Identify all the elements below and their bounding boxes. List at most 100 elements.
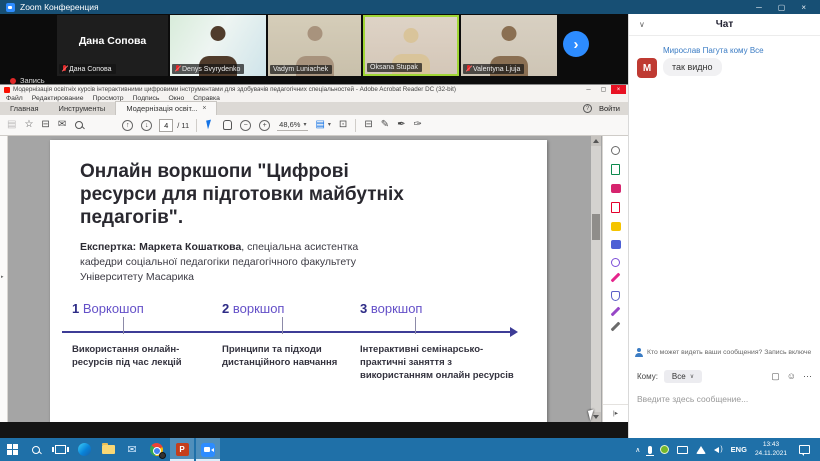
powerpoint-icon: P xyxy=(176,443,189,456)
search-icon[interactable] xyxy=(74,120,84,130)
antivirus-tray-icon[interactable] xyxy=(660,445,669,454)
zoom-level-select[interactable]: 48,6% ▾ xyxy=(277,119,308,131)
collapse-chat-icon[interactable]: ∨ xyxy=(639,20,645,29)
menu-item[interactable]: Редактирование xyxy=(32,95,84,102)
scrollbar-thumb[interactable] xyxy=(592,214,600,240)
zoom-in-icon[interactable]: + xyxy=(259,120,270,131)
tab-bar: Главная Инструменты Модернізація освіт..… xyxy=(0,102,628,115)
close-tab-icon[interactable]: × xyxy=(202,105,206,112)
hidden-icons-chevron[interactable]: ∧ xyxy=(635,446,640,454)
page-view-icon[interactable]: ▤ xyxy=(315,120,324,130)
participant-name-label: Valentyna Ljuja xyxy=(463,64,524,74)
combine-files-icon[interactable] xyxy=(611,184,621,193)
wifi-icon[interactable] xyxy=(696,446,706,454)
favorites-star-icon[interactable]: ☆ xyxy=(24,120,33,130)
tab-tools[interactable]: Инструменты xyxy=(49,102,116,115)
tab-document[interactable]: Модернізація освіт... × xyxy=(115,101,217,115)
sign-in-button[interactable]: Войти xyxy=(599,104,620,113)
hand-tool-icon[interactable] xyxy=(223,120,232,130)
scroll-up-icon[interactable] xyxy=(591,136,601,146)
action-center-icon[interactable] xyxy=(799,445,810,454)
meeting-background xyxy=(0,422,628,438)
timeline-label: воркшоп xyxy=(371,301,423,316)
page-view-dropdown-icon[interactable]: ▾ xyxy=(328,122,331,128)
mail-button[interactable]: ✉ xyxy=(120,438,144,461)
next-page-icon[interactable]: ↓ xyxy=(141,120,152,131)
close-button[interactable]: × xyxy=(611,85,626,94)
chat-message-input[interactable] xyxy=(637,394,813,404)
start-button[interactable] xyxy=(0,438,24,461)
vertical-scrollbar[interactable] xyxy=(591,136,601,422)
date-label: 24.11.2021 xyxy=(755,450,787,459)
slide-title: Онлайн воркшопи "Цифрові ресурси для під… xyxy=(80,161,410,229)
next-participants-button[interactable]: › xyxy=(563,31,589,57)
maximize-button[interactable]: ▢ xyxy=(596,85,611,94)
clock[interactable]: 13:43 24.11.2021 xyxy=(755,441,787,459)
stamp-icon[interactable]: ✑ xyxy=(413,120,421,130)
taskbar: ✉ P ∧ ENG 13:43 24.11.2021 xyxy=(0,438,820,461)
protect-icon[interactable] xyxy=(611,291,620,301)
search-button[interactable] xyxy=(24,438,48,461)
participant-tile[interactable]: Denys Svyrydenko xyxy=(170,15,266,76)
participant-name-label: Oksana Stupak xyxy=(367,63,422,72)
select-tool-icon[interactable] xyxy=(205,120,215,131)
task-view-button[interactable] xyxy=(48,438,72,461)
previous-page-icon[interactable]: ↑ xyxy=(122,120,133,131)
tab-home[interactable]: Главная xyxy=(0,102,49,115)
participant-tile[interactable]: Oksana Stupak xyxy=(363,15,459,76)
close-button[interactable]: × xyxy=(801,3,806,12)
chevron-down-icon: ▾ xyxy=(303,121,306,128)
zoom-taskbar-button[interactable] xyxy=(196,438,220,461)
export-pdf-icon[interactable] xyxy=(611,202,620,213)
zoom-out-icon[interactable]: − xyxy=(240,120,251,131)
sign-pen-icon[interactable]: ✒ xyxy=(397,120,405,130)
chrome-button[interactable] xyxy=(144,438,168,461)
expand-panel-icon[interactable]: ▸ xyxy=(1,274,4,280)
timeline-item: 3 воркшоп Інтерактивні семінарсько-практ… xyxy=(360,301,520,316)
chat-message-sender[interactable]: Мирослав Пагута кому Все xyxy=(663,46,764,55)
page-count-label: / 11 xyxy=(177,121,189,130)
participant-tile[interactable]: Дана Сопова Дана Сопова xyxy=(57,15,168,76)
file-explorer-button[interactable] xyxy=(96,438,120,461)
collapse-panel-icon[interactable]: |▸ xyxy=(603,404,628,417)
zoom-window-title: Zoom Конференция xyxy=(20,2,99,12)
window-controls: ─ ▢ × xyxy=(581,85,626,94)
request-signatures-icon[interactable] xyxy=(611,258,620,267)
powerpoint-button[interactable]: P xyxy=(170,438,194,461)
emoji-icon[interactable]: ☺ xyxy=(787,371,796,382)
maximize-button[interactable]: ▢ xyxy=(778,3,786,12)
menu-item[interactable]: Файл xyxy=(6,95,23,102)
participant-tile[interactable]: Vadym Luniachek xyxy=(268,15,361,76)
volume-icon[interactable] xyxy=(714,446,722,453)
participant-tile[interactable]: Valentyna Ljuja xyxy=(461,15,557,76)
participant-name-label: Denys Svyrydenko xyxy=(172,64,244,74)
more-options-icon[interactable]: ⋯ xyxy=(803,371,812,382)
email-icon[interactable]: ✉ xyxy=(58,120,66,130)
comment-icon[interactable]: ⊟ xyxy=(364,120,372,130)
microphone-tray-icon[interactable] xyxy=(648,446,652,454)
organize-pages-icon[interactable] xyxy=(611,240,621,249)
search-tools-icon[interactable] xyxy=(611,146,620,155)
left-panel-rail[interactable]: ▸ xyxy=(0,136,8,422)
language-indicator[interactable]: ENG xyxy=(731,445,747,454)
touch-keyboard-icon[interactable] xyxy=(677,446,688,454)
save-icon[interactable]: ▤ xyxy=(7,120,16,130)
minimize-button[interactable]: ─ xyxy=(581,85,596,94)
timeline-description: Використання онлайн-ресурсів під час лек… xyxy=(72,344,187,370)
recipient-select[interactable]: Все ∨ xyxy=(664,370,702,383)
system-tray: ∧ ENG 13:43 24.11.2021 xyxy=(635,441,820,459)
more-tools-icon[interactable] xyxy=(611,322,621,332)
attach-file-icon[interactable]: ▢ xyxy=(771,371,780,382)
fill-sign-icon[interactable] xyxy=(611,273,621,283)
page-number-input[interactable]: 4 xyxy=(159,119,173,132)
muted-mic-icon xyxy=(62,65,67,73)
pencil-icon[interactable]: ✎ xyxy=(381,120,389,130)
minimize-button[interactable]: ─ xyxy=(756,3,762,12)
comment-tool-icon[interactable] xyxy=(611,222,621,231)
presentation-icon[interactable]: ⊡ xyxy=(339,120,347,130)
create-pdf-icon[interactable] xyxy=(611,164,620,175)
help-icon[interactable]: ? xyxy=(583,104,592,113)
print-icon[interactable]: ⊟ xyxy=(41,120,49,130)
certificates-icon[interactable] xyxy=(611,307,621,317)
edge-taskbar-button[interactable] xyxy=(72,438,96,461)
